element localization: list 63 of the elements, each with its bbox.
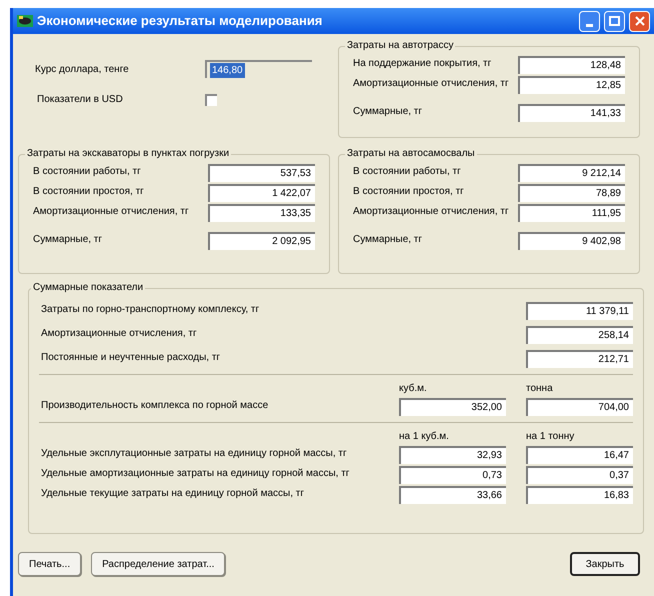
field-label: Суммарные, тг <box>33 233 102 247</box>
field-label: Суммарные, тг <box>353 233 422 247</box>
value-field[interactable]: 1 422,07 <box>208 184 315 202</box>
field-label: Удельные эксплутационные затраты на единицу горной массы, тг <box>41 447 348 461</box>
value-field[interactable]: 2 092,95 <box>208 232 315 250</box>
field-label: Затраты по горно-транспортному комплексу, тг <box>41 303 260 317</box>
close-icon <box>634 16 644 26</box>
app-icon <box>17 14 33 28</box>
field-label: В состоянии работы, тг <box>33 165 141 179</box>
field-label: Амортизационные отчисления, тг <box>353 77 509 91</box>
column-header: на 1 тонну <box>526 430 576 444</box>
field-label: Амортизационные отчисления, тг <box>33 205 189 219</box>
value-field[interactable]: 9 212,14 <box>518 164 625 182</box>
value-field[interactable]: 258,14 <box>526 326 633 344</box>
minimize-button[interactable] <box>579 10 600 32</box>
field-label: Амортизационные отчисления, тг <box>41 327 197 341</box>
value-field[interactable]: 32,93 <box>399 446 506 464</box>
value-field[interactable]: 0,73 <box>399 466 506 484</box>
value-field[interactable]: 212,71 <box>526 350 633 368</box>
group-title: Суммарные показатели <box>32 282 144 294</box>
dialog-button[interactable]: Закрыть <box>570 552 640 576</box>
column-header: тонна <box>526 382 554 396</box>
field-label: На поддержание покрытия, тг <box>353 57 492 71</box>
value-field[interactable]: 111,95 <box>518 204 625 222</box>
value-field[interactable]: 537,53 <box>208 164 315 182</box>
maximize-icon <box>609 16 620 26</box>
group-title: Затраты на автосамосвалы <box>346 148 476 160</box>
field-label: Производительность комплекса по горной массе <box>41 399 270 413</box>
field-label: Удельные амортизационные затраты на единицу горной массы, тг <box>41 467 350 481</box>
value-field[interactable]: 704,00 <box>526 398 633 416</box>
value-field[interactable]: 33,66 <box>399 486 506 504</box>
window-title: Экономические результаты моделирования <box>37 12 324 30</box>
checkbox-label: Показатели в USD <box>36 93 124 107</box>
value-field[interactable]: 16,47 <box>526 446 633 464</box>
maximize-button[interactable] <box>604 10 625 32</box>
value-field[interactable]: 78,89 <box>518 184 625 202</box>
value-field[interactable]: 12,85 <box>518 76 625 94</box>
column-header: на 1 куб.м. <box>399 430 450 444</box>
field-label: Удельные текущие затраты на единицу горной массы, тг <box>41 487 306 501</box>
value-field[interactable]: 11 379,11 <box>526 302 633 320</box>
dialog-button[interactable]: Печать... <box>18 552 82 576</box>
close-button[interactable] <box>629 10 650 32</box>
field-label: В состоянии работы, тг <box>353 165 461 179</box>
usd-checkbox[interactable] <box>205 94 217 106</box>
value-field[interactable]: 128,48 <box>518 56 625 74</box>
value-field[interactable]: 141,33 <box>518 104 625 122</box>
group-title: Затраты на экскаваторы в пунктах погрузки <box>26 148 230 160</box>
value-field[interactable]: 9 402,98 <box>518 232 625 250</box>
value-field[interactable]: 133,35 <box>208 204 315 222</box>
field-label: Курс доллара, тенге <box>35 62 130 76</box>
column-header: куб.м. <box>399 382 428 396</box>
group-title: Затраты на автотрассу <box>346 40 454 52</box>
minimize-icon <box>586 24 593 26</box>
field-label: В состоянии простоя, тг <box>33 185 144 199</box>
value-field[interactable]: 352,00 <box>399 398 506 416</box>
value-field[interactable]: 16,83 <box>526 486 633 504</box>
exchange-rate-field[interactable]: 146,80 <box>210 62 245 78</box>
field-label: Суммарные, тг <box>353 105 422 119</box>
field-label: В состоянии простоя, тг <box>353 185 464 199</box>
field-label: Постоянные и неучтенные расходы, тг <box>41 351 220 365</box>
value-field[interactable]: 0,37 <box>526 466 633 484</box>
field-label: Амортизационные отчисления, тг <box>353 205 509 219</box>
dialog-button[interactable]: Распределение затрат... <box>91 552 226 576</box>
